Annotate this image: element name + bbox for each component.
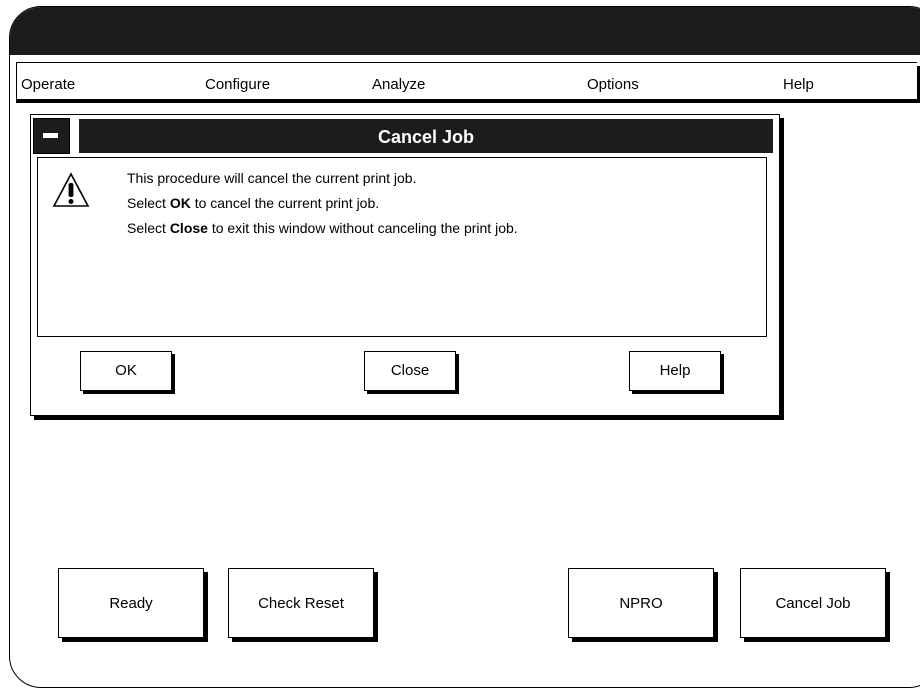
npro-button[interactable]: NPRO — [568, 568, 714, 638]
minus-icon — [43, 133, 58, 138]
cancel-job-dialog: Cancel Job This procedure will cancel th… — [30, 114, 780, 416]
menu-help[interactable]: Help — [783, 76, 814, 93]
dialog-title: Cancel Job — [79, 119, 773, 153]
cancel-job-button[interactable]: Cancel Job — [740, 568, 886, 638]
help-button[interactable]: Help — [629, 351, 721, 391]
message-line-1: This procedure will cancel the current p… — [127, 170, 417, 186]
message-line-3: Select Close to exit this window without… — [127, 220, 518, 236]
menu-configure[interactable]: Configure — [205, 76, 270, 93]
message-area: This procedure will cancel the current p… — [37, 157, 767, 337]
menu-options[interactable]: Options — [587, 76, 639, 93]
ok-button[interactable]: OK — [80, 351, 172, 391]
check-reset-button[interactable]: Check Reset — [228, 568, 374, 638]
menu-operate[interactable]: Operate — [21, 76, 75, 93]
close-button[interactable]: Close — [364, 351, 456, 391]
warning-triangle-icon — [52, 172, 90, 207]
system-menu-button[interactable] — [33, 118, 70, 154]
menu-bar: Operate Configure Analyze Options Help — [16, 62, 920, 103]
ready-button[interactable]: Ready — [58, 568, 204, 638]
window-title-bar — [10, 7, 920, 55]
menu-analyze[interactable]: Analyze — [372, 76, 425, 93]
message-line-2: Select OK to cancel the current print jo… — [127, 195, 380, 211]
